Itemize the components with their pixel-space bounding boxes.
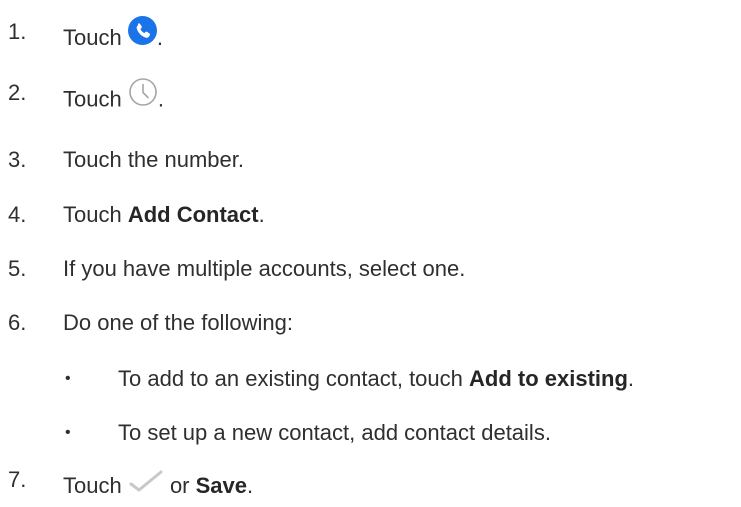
step-label: Touch	[63, 86, 128, 112]
step-label: To set up a new contact, add contact det…	[118, 420, 551, 445]
step-number: 6.	[8, 310, 27, 335]
substep-1: • To add to an existing contact, touch A…	[0, 359, 741, 399]
step-6: 6. Do one of the following:	[0, 303, 741, 343]
step-tail: .	[258, 202, 265, 227]
save-label: Save	[195, 473, 248, 498]
step-number: 2.	[8, 80, 27, 105]
step-tail: .	[156, 25, 163, 50]
step-label: Touch	[63, 25, 128, 50]
add-contact-label: Add Contact	[127, 202, 259, 227]
step-label: Do one of the following:	[63, 310, 293, 335]
step-number: 4.	[8, 202, 27, 227]
step-text: To add to an existing contact, touch Add…	[118, 359, 634, 399]
bullet: •	[65, 424, 71, 441]
phone-app-icon	[127, 16, 157, 58]
substep-2: • To set up a new contact, add contact d…	[0, 413, 741, 453]
step-2: 2. Touch .	[0, 77, 741, 122]
recents-clock-icon	[128, 77, 158, 120]
step-5: 5. If you have multiple accounts, select…	[0, 249, 741, 289]
step-label: To add to an existing contact, touch	[118, 366, 470, 391]
checkmark-icon	[128, 465, 164, 505]
step-number: 3.	[8, 147, 27, 172]
step-3: 3. Touch the number.	[0, 140, 741, 180]
step-4: 4. Touch Add Contact.	[0, 195, 741, 235]
step-1: 1. Touch .	[0, 16, 741, 60]
step-text: Touch .	[63, 16, 163, 60]
add-to-existing-label: Add to existing	[469, 366, 628, 391]
step-label: Touch	[63, 473, 128, 498]
step-tail: .	[157, 86, 164, 112]
step-tail: .	[627, 366, 635, 391]
step-label: Touch the number.	[63, 147, 245, 172]
step-text: Touch Add Contact.	[63, 195, 265, 235]
step-label: If you have multiple accounts, select on…	[63, 256, 466, 281]
step-tail: .	[247, 473, 254, 498]
step-text: Touch .	[63, 77, 164, 122]
step-middle: or	[163, 473, 196, 498]
step-number: 7.	[8, 467, 27, 492]
step-number: 1.	[8, 19, 27, 44]
step-7: 7. Touch or Save.	[0, 466, 741, 506]
step-label: Touch	[63, 202, 128, 227]
step-text: Touch or Save.	[63, 466, 253, 507]
bullet: •	[65, 370, 71, 387]
step-number: 5.	[8, 256, 27, 281]
